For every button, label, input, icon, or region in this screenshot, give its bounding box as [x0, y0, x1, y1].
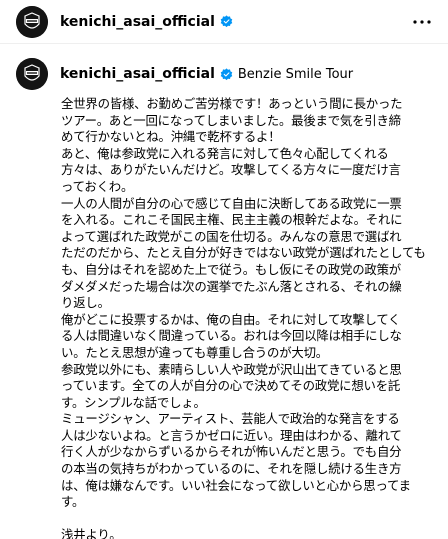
- caption-line: ミュージシャン、アーティスト、芸能人で政治的な発言をする: [61, 411, 400, 427]
- caption-author-username[interactable]: kenichi_asai_official: [60, 66, 215, 82]
- caption-line: [61, 511, 441, 528]
- caption-line: 参政党以外にも、素晴らしい人や政党が沢山出てきていると思: [61, 361, 402, 377]
- caption-line: り返し。: [61, 295, 110, 311]
- caption-line: 一人の人間が自分の心で感じて自由に決断してある政党に一票: [61, 195, 402, 211]
- caption-line: い。たとえ思想が違っても尊重し合うのが大切。: [61, 344, 328, 360]
- verified-badge-icon: [220, 15, 233, 28]
- caption-line: っておくわ。: [61, 178, 134, 194]
- more-options-icon[interactable]: [410, 12, 434, 32]
- caption-line: っています。全ての人が自分の心で決めてその政党に想いを託: [61, 378, 401, 394]
- caption-line: よって選ばれた政党がこの国を仕切る。みんなの意思で選ばれ: [61, 228, 402, 244]
- tour-label: Benzie Smile Tour: [237, 66, 354, 82]
- caption-author-row: kenichi_asai_official Benzie Smile Tour: [0, 58, 448, 90]
- post-caption: 全世界の皆様、お勤めご苦労様です！あっという間に長かった ツアー。あと一回になって…: [61, 96, 441, 539]
- caption-line: は、俺は嫌なんです。いい社会になって欲しいと心から思ってま: [61, 477, 411, 493]
- avatar-logo-icon: [16, 5, 48, 38]
- caption-line: す。: [61, 494, 85, 510]
- caption-line: ダメダメだった場合は次の選挙でたぶん落とされる、それの繰: [61, 278, 402, 294]
- caption-head: kenichi_asai_official Benzie Smile Tour: [60, 66, 353, 82]
- post-header: kenichi_asai_official: [0, 0, 448, 44]
- caption-line: も、自分はそれを認めた上で従う。もし仮にその政党の政策が: [61, 261, 401, 277]
- avatar[interactable]: [16, 5, 48, 38]
- caption-line: 方々は、ありがたいんだけど。攻撃してくる方々に一度だけ言: [61, 162, 401, 178]
- caption-line: 人は少ないよね。と言うかゼロに近い。理由はわかる、離れて: [61, 427, 402, 443]
- caption-line: の本当の気持ちがわかっているのに、それを隠し続ける生き方: [61, 461, 402, 477]
- caption-line: めて行かないとね。沖縄で乾杯するよ！: [61, 129, 281, 145]
- avatar-logo-icon: [16, 58, 48, 90]
- caption-line: あと、俺は参政党に入れる発言に対して色々心配してくれる: [61, 145, 389, 161]
- caption-line: 浅井より。: [61, 527, 122, 539]
- caption-line: 行く人が少なからずいるからそれが怖いんだと思う。でも自分: [61, 444, 402, 460]
- caption-line: ただのだから、たとえ自分が好きではない政党が選ばれたとしても: [61, 245, 426, 261]
- caption-avatar[interactable]: [16, 58, 48, 90]
- post-author-username[interactable]: kenichi_asai_official: [60, 14, 215, 30]
- caption-line: 全世界の皆様、お勤めご苦労様です！あっという間に長かった: [61, 96, 403, 111]
- caption-line: 俺がどこに投票するかは、俺の自由。それに対して攻撃してく: [61, 311, 401, 327]
- caption-line: ツアー。あと一回になってしまいました。最後まで気を引き締: [61, 112, 401, 128]
- caption-line: る人は間違いなく間違っている。おれは今回以降は相手にしな: [61, 328, 402, 344]
- verified-badge-icon: [220, 67, 233, 80]
- caption-line: を入れる。これこそ国民主権、民主主義の根幹だよな。それに: [61, 212, 403, 228]
- caption-line: す。シンプルな話でしょ。: [61, 394, 206, 410]
